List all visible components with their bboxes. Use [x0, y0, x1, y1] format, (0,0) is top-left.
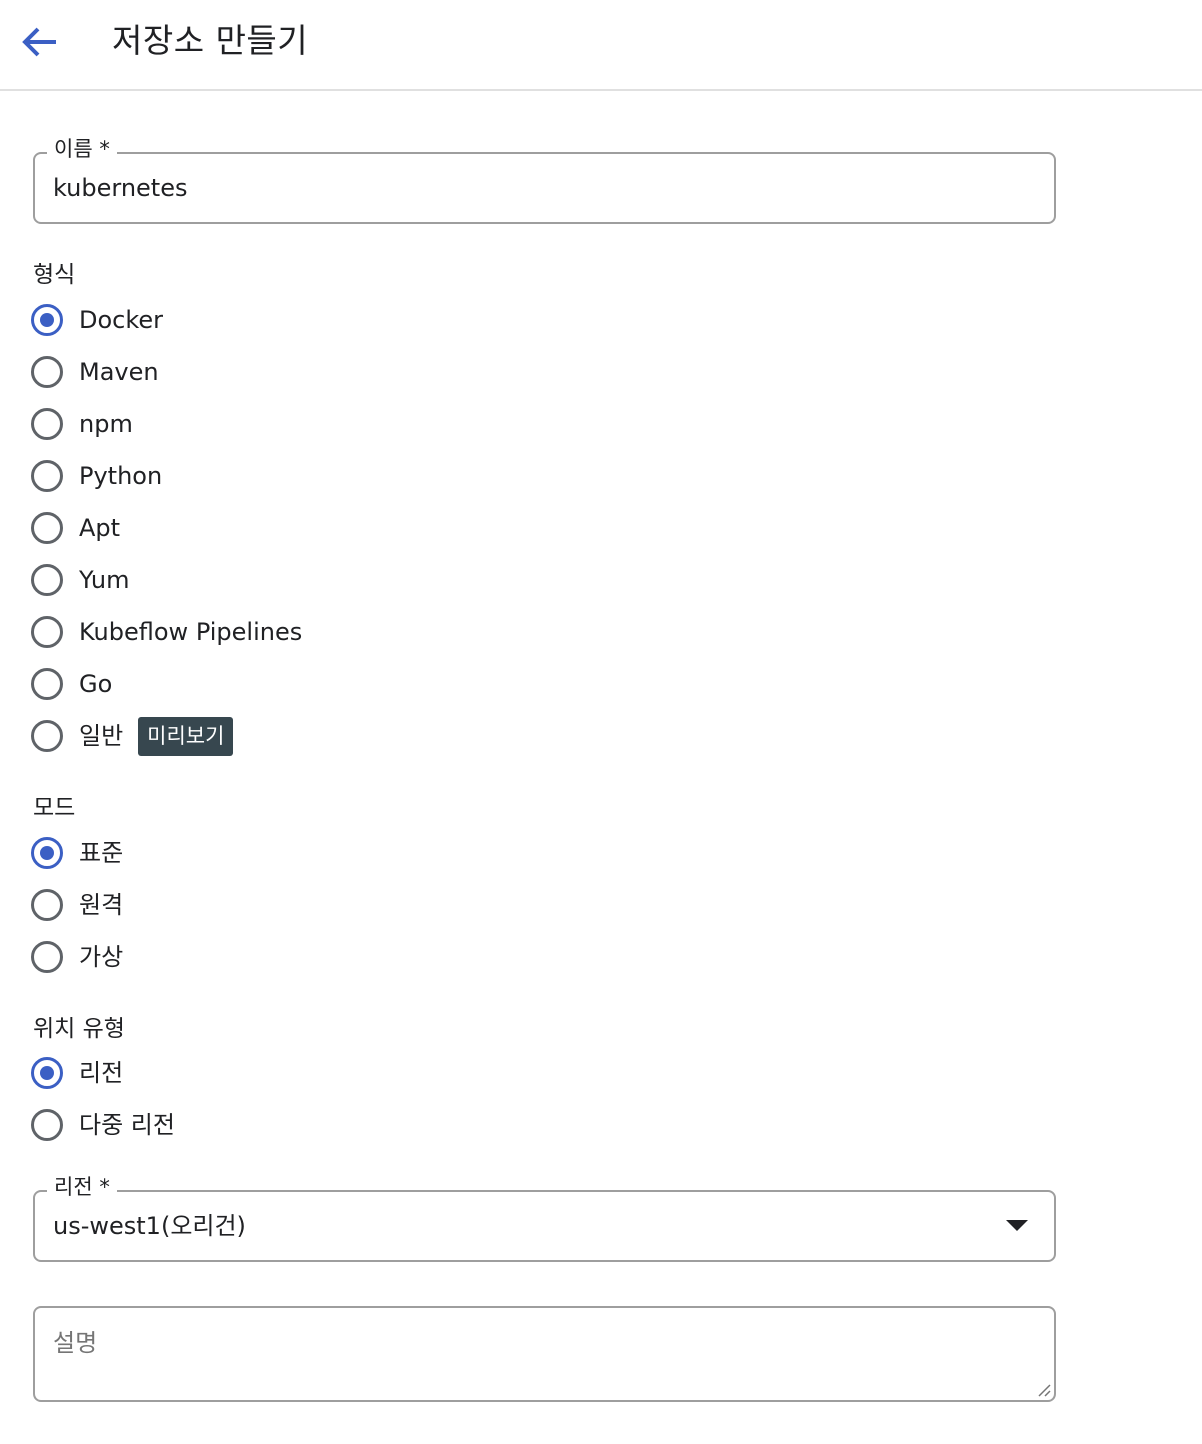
- radio-label: 원격: [79, 891, 124, 919]
- resize-handle-icon[interactable]: [1037, 1383, 1051, 1397]
- location-option-region[interactable]: 리전: [31, 1055, 123, 1091]
- format-option-docker[interactable]: Docker: [31, 302, 163, 338]
- dropdown-arrow-icon[interactable]: [1006, 1220, 1028, 1231]
- radio-label: 가상: [79, 943, 124, 971]
- radio-unchecked-icon: [31, 356, 63, 388]
- radio-unchecked-icon: [31, 616, 63, 648]
- radio-label: Apt: [79, 514, 121, 542]
- radio-unchecked-icon: [31, 941, 63, 973]
- mode-section-label: 모드: [33, 795, 76, 821]
- format-option-maven[interactable]: Maven: [31, 354, 159, 390]
- format-option-python[interactable]: Python: [31, 458, 162, 494]
- format-option-apt[interactable]: Apt: [31, 510, 120, 546]
- region-select-label: 리전 *: [47, 1172, 117, 1202]
- radio-label: npm: [79, 410, 133, 438]
- radio-unchecked-icon: [31, 1109, 63, 1141]
- radio-label: 일반: [79, 722, 124, 750]
- radio-checked-icon: [31, 304, 63, 336]
- name-input-value[interactable]: kubernetes: [53, 171, 187, 205]
- name-field-label: 이름 *: [47, 134, 117, 164]
- radio-label: 표준: [79, 839, 124, 867]
- preview-badge: 미리보기: [138, 716, 234, 756]
- radio-label: 리전: [79, 1059, 124, 1087]
- location-option-multi-region[interactable]: 다중 리전: [31, 1107, 175, 1143]
- format-option-generic[interactable]: 일반 미리보기: [31, 716, 234, 756]
- arrow-back-icon: [22, 27, 56, 57]
- location-type-section-label: 위치 유형: [33, 1016, 125, 1042]
- radio-unchecked-icon: [31, 512, 63, 544]
- radio-label: Python: [79, 462, 163, 490]
- radio-unchecked-icon: [31, 720, 63, 752]
- radio-label: Docker: [79, 306, 164, 334]
- radio-label: Maven: [79, 358, 159, 386]
- description-placeholder: 설명: [53, 1329, 98, 1357]
- radio-unchecked-icon: [31, 564, 63, 596]
- radio-label: Kubeflow Pipelines: [79, 618, 303, 646]
- mode-option-remote[interactable]: 원격: [31, 887, 123, 923]
- format-option-go[interactable]: Go: [31, 666, 112, 702]
- back-button[interactable]: [18, 20, 62, 64]
- description-textarea[interactable]: 설명: [33, 1306, 1056, 1402]
- region-select[interactable]: 리전 * us-west1(오리건): [33, 1172, 1056, 1262]
- radio-unchecked-icon: [31, 408, 63, 440]
- radio-checked-icon: [31, 837, 63, 869]
- mode-option-virtual[interactable]: 가상: [31, 939, 123, 975]
- radio-unchecked-icon: [31, 668, 63, 700]
- format-option-yum[interactable]: Yum: [31, 562, 130, 598]
- radio-unchecked-icon: [31, 460, 63, 492]
- radio-label: 다중 리전: [79, 1111, 175, 1139]
- format-option-kubeflow-pipelines[interactable]: Kubeflow Pipelines: [31, 614, 302, 650]
- page-title: 저장소 만들기: [112, 21, 309, 60]
- name-field[interactable]: 이름 * kubernetes: [33, 134, 1056, 224]
- region-select-value: us-west1(오리건): [53, 1212, 246, 1240]
- radio-label: Yum: [79, 566, 130, 594]
- format-section-label: 형식: [33, 262, 76, 288]
- radio-checked-icon: [31, 1057, 63, 1089]
- mode-option-standard[interactable]: 표준: [31, 835, 123, 871]
- radio-label: Go: [79, 670, 113, 698]
- radio-unchecked-icon: [31, 889, 63, 921]
- top-app-bar: 저장소 만들기: [0, 0, 1202, 91]
- format-option-npm[interactable]: npm: [31, 406, 133, 442]
